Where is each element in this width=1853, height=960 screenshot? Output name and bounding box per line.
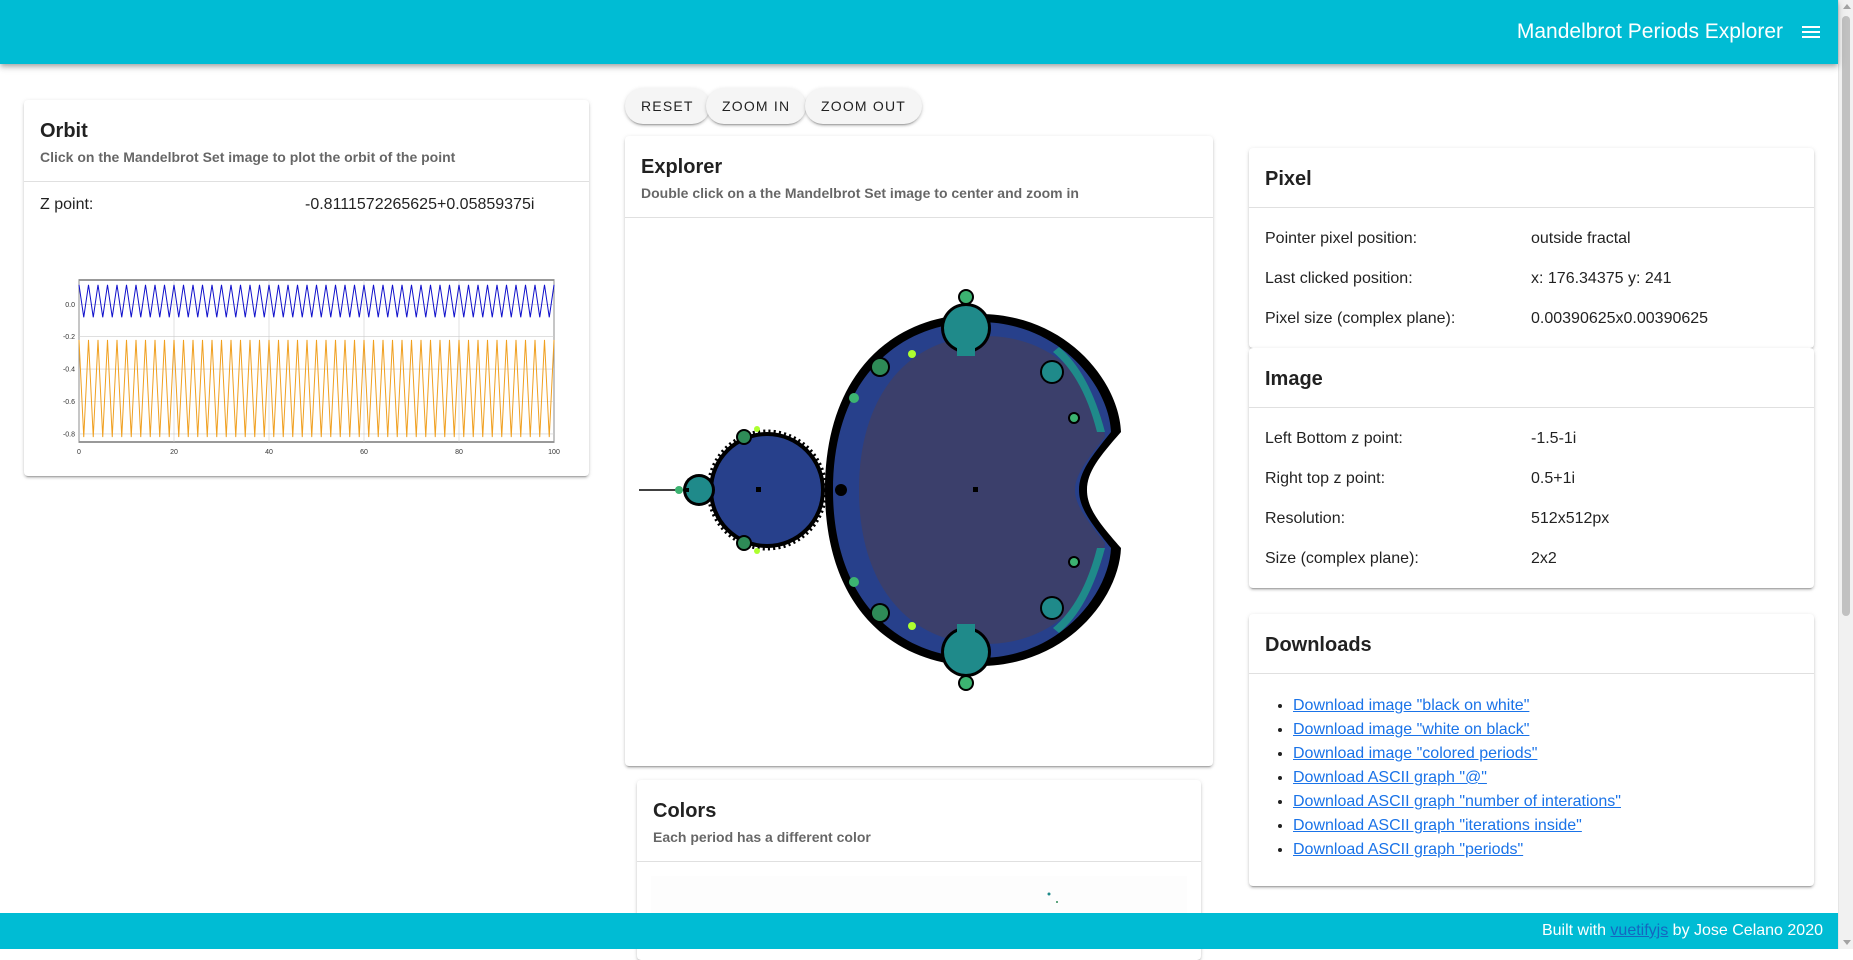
period2-bulb bbox=[713, 436, 821, 544]
size-row: Size (complex plane): 2x2 bbox=[1249, 540, 1814, 580]
download-link[interactable]: Download ASCII graph "periods" bbox=[1293, 841, 1523, 858]
download-link[interactable]: Download ASCII graph "number of interati… bbox=[1293, 793, 1621, 810]
x-tick-label: 60 bbox=[360, 449, 368, 456]
scrollbar[interactable] bbox=[1838, 0, 1853, 949]
scroll-down-icon[interactable] bbox=[1843, 940, 1851, 945]
app-title: Mandelbrot Periods Explorer bbox=[1516, 20, 1783, 43]
downloads-card: Downloads Download image "black on white… bbox=[1249, 614, 1814, 886]
scrollbar-thumb[interactable] bbox=[1842, 16, 1850, 616]
right-top-row: Right top z point: 0.5+1i bbox=[1249, 460, 1814, 500]
z-point-label: Z point: bbox=[40, 196, 94, 213]
y-tick-label: -0.2 bbox=[63, 334, 75, 341]
pixel-title: Pixel bbox=[1265, 168, 1312, 190]
app-bar: Mandelbrot Periods Explorer bbox=[0, 0, 1838, 64]
explorer-card: Explorer Double click on a the Mandelbro… bbox=[625, 136, 1213, 766]
pixel-card: Pixel Pointer pixel position: outside fr… bbox=[1249, 148, 1814, 348]
row-value: 0.00390625x0.00390625 bbox=[1531, 310, 1709, 327]
orbit-series-real-line bbox=[78, 284, 555, 318]
footer-text: Built with vuetifyjs by Jose Celano 2020 bbox=[1542, 922, 1823, 940]
mandelbrot-image[interactable] bbox=[639, 232, 1199, 762]
divider bbox=[637, 861, 1201, 862]
download-link[interactable]: Download image "white on black" bbox=[1293, 721, 1529, 738]
row-label: Pixel size (complex plane): bbox=[1265, 310, 1456, 327]
x-tick-label: 80 bbox=[455, 449, 463, 456]
divider bbox=[24, 181, 589, 182]
x-tick-label: 100 bbox=[548, 449, 560, 456]
list-item: Download ASCII graph "iterations inside" bbox=[1293, 814, 1814, 838]
y-tick-label: -0.6 bbox=[63, 399, 75, 406]
orbit-series-imag-line bbox=[78, 339, 555, 438]
left-bottom-row: Left Bottom z point: -1.5-1i bbox=[1249, 420, 1814, 460]
divider bbox=[625, 217, 1213, 218]
list-item: Download ASCII graph "@" bbox=[1293, 766, 1814, 790]
hamburger-menu-icon[interactable] bbox=[1799, 20, 1823, 44]
y-tick-label: -0.8 bbox=[63, 431, 75, 438]
image-card: Image Left Bottom z point: -1.5-1i Right… bbox=[1249, 348, 1814, 588]
list-item: Download image "black on white" bbox=[1293, 694, 1814, 718]
footer: Built with vuetifyjs by Jose Celano 2020 bbox=[0, 913, 1838, 949]
zoom-in-button[interactable]: ZOOM IN bbox=[706, 88, 807, 124]
row-value: 512x512px bbox=[1531, 510, 1610, 527]
x-tick-label: 0 bbox=[77, 449, 81, 456]
list-item: Download image "white on black" bbox=[1293, 718, 1814, 742]
y-tick-label: 0.0 bbox=[65, 302, 75, 309]
row-label: Right top z point: bbox=[1265, 470, 1386, 487]
download-link[interactable]: Download ASCII graph "iterations inside" bbox=[1293, 817, 1582, 834]
explorer-subtitle: Double click on a the Mandelbrot Set ima… bbox=[641, 185, 1079, 201]
row-label: Last clicked position: bbox=[1265, 270, 1413, 287]
row-label: Pointer pixel position: bbox=[1265, 230, 1418, 247]
list-item: Download ASCII graph "periods" bbox=[1293, 838, 1814, 862]
scroll-up-icon[interactable] bbox=[1843, 4, 1851, 9]
pixel-size-row: Pixel size (complex plane): 0.00390625x0… bbox=[1249, 300, 1814, 340]
vuetify-link[interactable]: vuetifyjs bbox=[1610, 922, 1668, 939]
download-link[interactable]: Download image "black on white" bbox=[1293, 697, 1529, 714]
colors-subtitle: Each period has a different color bbox=[653, 829, 871, 845]
zoom-out-button[interactable]: ZOOM OUT bbox=[805, 88, 923, 124]
last-clicked-row: Last clicked position: x: 176.34375 y: 2… bbox=[1249, 260, 1814, 300]
z-point-row: Z point: -0.8111572265625+0.05859375i bbox=[24, 186, 589, 226]
row-value: outside fractal bbox=[1531, 230, 1631, 247]
row-value: -1.5-1i bbox=[1531, 430, 1577, 447]
list-item: Download ASCII graph "number of interati… bbox=[1293, 790, 1814, 814]
row-label: Left Bottom z point: bbox=[1265, 430, 1403, 447]
divider bbox=[1249, 407, 1814, 408]
orbit-title: Orbit bbox=[40, 120, 88, 142]
pointer-position-row: Pointer pixel position: outside fractal bbox=[1249, 220, 1814, 260]
download-list: Download image "black on white" Download… bbox=[1249, 694, 1814, 862]
divider bbox=[1249, 673, 1814, 674]
orbit-chart: 0 20 40 60 80 100 0.0 -0.2 -0.4 -0.6 -0.8 bbox=[63, 279, 560, 456]
download-link[interactable]: Download ASCII graph "@" bbox=[1293, 769, 1487, 786]
downloads-title: Downloads bbox=[1265, 634, 1372, 656]
explorer-title: Explorer bbox=[641, 156, 723, 178]
download-link[interactable]: Download image "colored periods" bbox=[1293, 745, 1537, 762]
y-tick-label: -0.4 bbox=[63, 367, 75, 374]
reset-button[interactable]: RESET bbox=[625, 88, 710, 124]
image-title: Image bbox=[1265, 368, 1323, 390]
row-label: Resolution: bbox=[1265, 510, 1346, 527]
row-value: 2x2 bbox=[1531, 550, 1557, 567]
x-tick-label: 20 bbox=[170, 449, 178, 456]
footer-prefix: Built with bbox=[1541, 922, 1611, 939]
colors-title: Colors bbox=[653, 800, 717, 822]
row-value: 0.5+1i bbox=[1531, 470, 1576, 487]
row-label: Size (complex plane): bbox=[1265, 550, 1419, 567]
orbit-card: Orbit Click on the Mandelbrot Set image … bbox=[24, 100, 589, 476]
z-point-value: -0.8111572265625+0.05859375i bbox=[305, 196, 535, 213]
cardioid-body bbox=[859, 336, 1105, 644]
x-tick-label: 40 bbox=[265, 449, 273, 456]
footer-suffix: by Jose Celano 2020 bbox=[1668, 922, 1823, 939]
divider bbox=[1249, 207, 1814, 208]
resolution-row: Resolution: 512x512px bbox=[1249, 500, 1814, 540]
row-value: x: 176.34375 y: 241 bbox=[1531, 270, 1672, 287]
orbit-subtitle: Click on the Mandelbrot Set image to plo… bbox=[40, 149, 456, 165]
list-item: Download image "colored periods" bbox=[1293, 742, 1814, 766]
